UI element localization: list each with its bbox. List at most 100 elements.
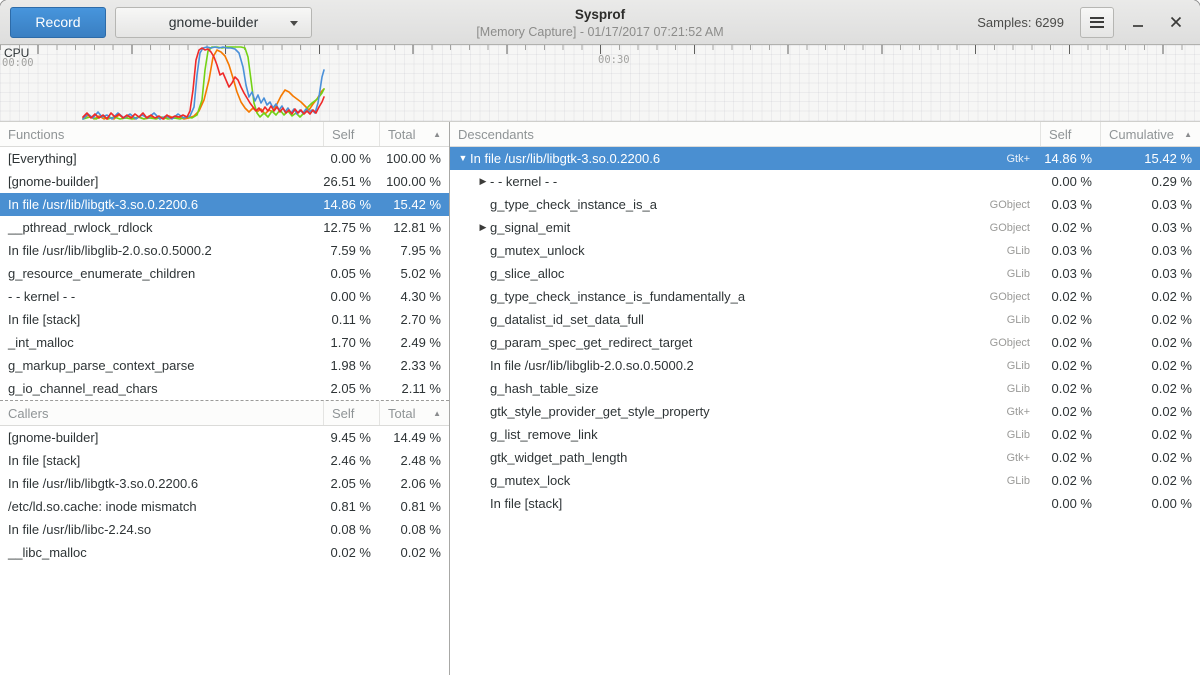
cumulative-percent-cell: 15.42 % bbox=[1100, 151, 1200, 166]
function-row[interactable]: g_io_channel_read_chars2.05 %2.11 % bbox=[0, 377, 449, 400]
window-title: Sysprof bbox=[476, 6, 723, 24]
descendant-label: In file [stack] bbox=[490, 496, 562, 511]
functions-column-header[interactable]: Functions bbox=[0, 122, 323, 146]
descendant-row[interactable]: g_type_check_instance_is_aGObject0.03 %0… bbox=[450, 193, 1200, 216]
descendant-name-cell: g_hash_table_sizeGLib bbox=[450, 381, 1040, 396]
library-tag: GLib bbox=[1007, 245, 1040, 257]
cumulative-percent-cell: 0.02 % bbox=[1100, 358, 1200, 373]
total-percent-cell: 0.02 % bbox=[379, 545, 449, 560]
caller-row[interactable]: In file /usr/lib/libc-2.24.so0.08 %0.08 … bbox=[0, 518, 449, 541]
self-percent-cell: 0.00 % bbox=[323, 151, 379, 166]
descendant-row[interactable]: g_datalist_id_set_data_fullGLib0.02 %0.0… bbox=[450, 308, 1200, 331]
self-percent-cell: 2.05 % bbox=[323, 381, 379, 396]
caller-row[interactable]: In file [stack]2.46 %2.48 % bbox=[0, 449, 449, 472]
descendants-column-header[interactable]: Descendants bbox=[450, 122, 1040, 146]
function-row[interactable]: g_resource_enumerate_children0.05 %5.02 … bbox=[0, 262, 449, 285]
function-name-cell: In file /usr/lib/libgtk-3.so.0.2200.6 bbox=[0, 197, 323, 212]
function-row[interactable]: In file /usr/lib/libgtk-3.so.0.2200.614.… bbox=[0, 193, 449, 216]
function-row[interactable]: [Everything]0.00 %100.00 % bbox=[0, 147, 449, 170]
library-tag: Gtk+ bbox=[1006, 452, 1040, 464]
descendant-row[interactable]: gtk_widget_path_lengthGtk+0.02 %0.02 % bbox=[450, 446, 1200, 469]
descendants-table-header: Descendants Self Cumulative ▲ bbox=[450, 122, 1200, 147]
expander-closed-icon[interactable]: ▶ bbox=[476, 177, 490, 186]
function-row[interactable]: __pthread_rwlock_rdlock12.75 %12.81 % bbox=[0, 216, 449, 239]
cumulative-percent-cell: 0.03 % bbox=[1100, 197, 1200, 212]
sort-ascending-icon: ▲ bbox=[433, 409, 441, 418]
descendant-name-cell: In file /usr/lib/libglib-2.0.so.0.5000.2… bbox=[450, 358, 1040, 373]
function-name-cell: [gnome-builder] bbox=[0, 174, 323, 189]
descendant-row[interactable]: ▶g_signal_emitGObject0.02 %0.03 % bbox=[450, 216, 1200, 239]
window-subtitle: [Memory Capture] - 01/17/2017 07:21:52 A… bbox=[476, 24, 723, 40]
library-tag: GLib bbox=[1007, 475, 1040, 487]
cumulative-percent-cell: 0.03 % bbox=[1100, 243, 1200, 258]
callers-total-column-header[interactable]: Total ▲ bbox=[379, 401, 449, 425]
descendant-name-cell: In file [stack] bbox=[450, 496, 1040, 511]
caller-row[interactable]: [gnome-builder]9.45 %14.49 % bbox=[0, 426, 449, 449]
functions-self-column-header[interactable]: Self bbox=[323, 122, 379, 146]
descendant-label: g_mutex_lock bbox=[490, 473, 570, 488]
sort-ascending-icon: ▲ bbox=[1184, 130, 1192, 139]
function-row[interactable]: In file /usr/lib/libglib-2.0.so.0.5000.2… bbox=[0, 239, 449, 262]
descendant-row[interactable]: gtk_style_provider_get_style_propertyGtk… bbox=[450, 400, 1200, 423]
descendant-row[interactable]: ▼In file /usr/lib/libgtk-3.so.0.2200.6Gt… bbox=[450, 147, 1200, 170]
descendant-name-cell: g_list_remove_linkGLib bbox=[450, 427, 1040, 442]
descendant-row[interactable]: In file [stack]0.00 %0.00 % bbox=[450, 492, 1200, 515]
self-percent-cell: 9.45 % bbox=[323, 430, 379, 445]
title-box: Sysprof [Memory Capture] - 01/17/2017 07… bbox=[476, 6, 723, 40]
functions-table-header: Functions Self Total ▲ bbox=[0, 122, 449, 147]
cpu-timeline-graph[interactable]: CPU 00:00 00:30 bbox=[0, 45, 1200, 122]
descendant-row[interactable]: g_mutex_lockGLib0.02 %0.02 % bbox=[450, 469, 1200, 492]
function-row[interactable]: In file [stack]0.11 %2.70 % bbox=[0, 308, 449, 331]
function-name-cell: - - kernel - - bbox=[0, 289, 323, 304]
caller-row[interactable]: /etc/ld.so.cache: inode mismatch0.81 %0.… bbox=[0, 495, 449, 518]
callers-self-column-header[interactable]: Self bbox=[323, 401, 379, 425]
function-row[interactable]: [gnome-builder]26.51 %100.00 % bbox=[0, 170, 449, 193]
descendant-row[interactable]: In file /usr/lib/libglib-2.0.so.0.5000.2… bbox=[450, 354, 1200, 377]
library-tag: GObject bbox=[990, 199, 1040, 211]
library-tag: GLib bbox=[1007, 429, 1040, 441]
function-row[interactable]: - - kernel - -0.00 %4.30 % bbox=[0, 285, 449, 308]
functions-total-column-header[interactable]: Total ▲ bbox=[379, 122, 449, 146]
self-percent-cell: 0.11 % bbox=[323, 312, 379, 327]
time-label-start: 00:00 bbox=[2, 57, 34, 69]
descendant-row[interactable]: g_type_check_instance_is_fundamentally_a… bbox=[450, 285, 1200, 308]
descendant-row[interactable]: g_list_remove_linkGLib0.02 %0.02 % bbox=[450, 423, 1200, 446]
total-percent-cell: 12.81 % bbox=[379, 220, 449, 235]
descendant-row[interactable]: g_param_spec_get_redirect_targetGObject0… bbox=[450, 331, 1200, 354]
callers-column-header[interactable]: Callers bbox=[0, 401, 323, 425]
library-tag: GLib bbox=[1007, 383, 1040, 395]
descendant-row[interactable]: g_slice_allocGLib0.03 %0.03 % bbox=[450, 262, 1200, 285]
expander-open-icon[interactable]: ▼ bbox=[456, 154, 470, 163]
total-percent-cell: 100.00 % bbox=[379, 151, 449, 166]
function-row[interactable]: _int_malloc1.70 %2.49 % bbox=[0, 331, 449, 354]
menu-button[interactable] bbox=[1080, 7, 1114, 38]
total-percent-cell: 2.11 % bbox=[379, 381, 449, 396]
callers-row-list: [gnome-builder]9.45 %14.49 %In file [sta… bbox=[0, 426, 449, 564]
descendant-label: - - kernel - - bbox=[490, 174, 557, 189]
function-name-cell: g_io_channel_read_chars bbox=[0, 381, 323, 396]
process-selector-label: gnome-builder bbox=[169, 14, 259, 30]
descendant-row[interactable]: g_hash_table_sizeGLib0.02 %0.02 % bbox=[450, 377, 1200, 400]
descendants-self-column-header[interactable]: Self bbox=[1040, 122, 1100, 146]
right-pane: Descendants Self Cumulative ▲ ▼In file /… bbox=[450, 122, 1200, 675]
expander-closed-icon[interactable]: ▶ bbox=[476, 223, 490, 232]
descendant-name-cell: g_mutex_unlockGLib bbox=[450, 243, 1040, 258]
self-percent-cell: 0.00 % bbox=[1040, 496, 1100, 511]
caller-row[interactable]: __libc_malloc0.02 %0.02 % bbox=[0, 541, 449, 564]
self-percent-cell: 0.08 % bbox=[323, 522, 379, 537]
record-button[interactable]: Record bbox=[10, 7, 106, 38]
function-row[interactable]: g_markup_parse_context_parse1.98 %2.33 % bbox=[0, 354, 449, 377]
library-tag: GLib bbox=[1007, 314, 1040, 326]
process-selector-dropdown[interactable]: gnome-builder bbox=[115, 7, 312, 38]
total-percent-cell: 2.49 % bbox=[379, 335, 449, 350]
descendant-row[interactable]: g_mutex_unlockGLib0.03 %0.03 % bbox=[450, 239, 1200, 262]
self-percent-cell: 2.05 % bbox=[323, 476, 379, 491]
close-icon bbox=[1169, 15, 1183, 29]
close-button[interactable] bbox=[1162, 8, 1190, 36]
descendant-row[interactable]: ▶- - kernel - -0.00 %0.29 % bbox=[450, 170, 1200, 193]
descendant-name-cell: gtk_widget_path_lengthGtk+ bbox=[450, 450, 1040, 465]
descendants-cumulative-column-header[interactable]: Cumulative ▲ bbox=[1100, 122, 1200, 146]
minimize-button[interactable] bbox=[1124, 8, 1152, 36]
function-name-cell: g_markup_parse_context_parse bbox=[0, 358, 323, 373]
caller-row[interactable]: In file /usr/lib/libgtk-3.so.0.2200.62.0… bbox=[0, 472, 449, 495]
